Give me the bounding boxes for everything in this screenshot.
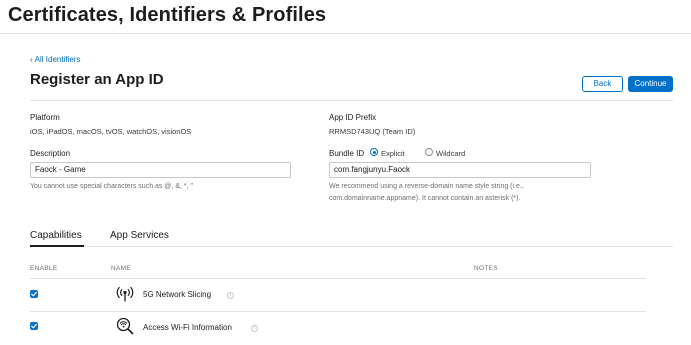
capability-name: 5G Network Slicing bbox=[143, 290, 212, 299]
antenna-icon bbox=[116, 286, 134, 302]
all-identifiers-link-label: All Identifiers bbox=[34, 55, 81, 64]
bundle-id-field[interactable]: com.fangjunyu.Faock bbox=[329, 162, 591, 178]
active-tab-indicator bbox=[30, 245, 84, 247]
bundle-wildcard-label[interactable]: Wildcard bbox=[436, 149, 465, 158]
platform-value: iOS, iPadOS, macOS, tvOS, watchOS, visio… bbox=[30, 127, 192, 136]
bundle-id-hint-line1: We recommend using a reverse-domain name… bbox=[329, 183, 524, 190]
checkmark-icon bbox=[31, 323, 37, 329]
form-divider bbox=[30, 100, 673, 101]
bundle-explicit-radio[interactable] bbox=[370, 148, 378, 156]
bundle-explicit-label[interactable]: Explicit bbox=[381, 149, 405, 158]
info-icon[interactable]: i bbox=[227, 292, 234, 299]
wifi-search-icon bbox=[116, 317, 134, 335]
column-header-name: NAME bbox=[111, 265, 131, 272]
header-divider bbox=[0, 33, 691, 34]
capability-name: Access Wi-Fi Information bbox=[143, 323, 232, 332]
bundle-wildcard-radio[interactable] bbox=[425, 148, 433, 156]
page-title: Certificates, Identifiers & Profiles bbox=[8, 4, 327, 26]
row-divider bbox=[30, 311, 646, 312]
description-field[interactable]: Faock - Game bbox=[30, 162, 291, 178]
tabs-divider bbox=[30, 246, 673, 247]
platform-label: Platform bbox=[30, 113, 60, 122]
app-id-prefix-label: App ID Prefix bbox=[329, 113, 377, 122]
enable-checkbox-access-wifi-information[interactable] bbox=[30, 322, 38, 330]
app-id-prefix-value: RRMSD743UQ (Team ID) bbox=[329, 127, 416, 136]
column-header-enable: ENABLE bbox=[30, 265, 58, 272]
bundle-id-hint-line2: com.domainname.appname). It cannot conta… bbox=[329, 195, 521, 202]
tab-capabilities[interactable]: Capabilities bbox=[30, 230, 82, 241]
enable-checkbox-5g-network-slicing[interactable] bbox=[30, 290, 38, 298]
back-button[interactable]: Back bbox=[582, 76, 623, 92]
column-header-notes: NOTES bbox=[474, 265, 498, 272]
info-icon[interactable]: i bbox=[251, 325, 258, 332]
form-title: Register an App ID bbox=[30, 71, 164, 88]
checkmark-icon bbox=[31, 291, 37, 297]
continue-button[interactable]: Continue bbox=[628, 76, 673, 92]
description-hint: You cannot use special characters such a… bbox=[30, 183, 194, 190]
tab-app-services[interactable]: App Services bbox=[110, 230, 169, 241]
all-identifiers-link[interactable]: ‹ All Identifiers bbox=[30, 55, 80, 64]
description-label: Description bbox=[30, 149, 71, 158]
bundle-id-label: Bundle ID bbox=[329, 149, 365, 158]
table-header-divider bbox=[30, 278, 646, 279]
chevron-left-icon: ‹ bbox=[30, 55, 33, 64]
